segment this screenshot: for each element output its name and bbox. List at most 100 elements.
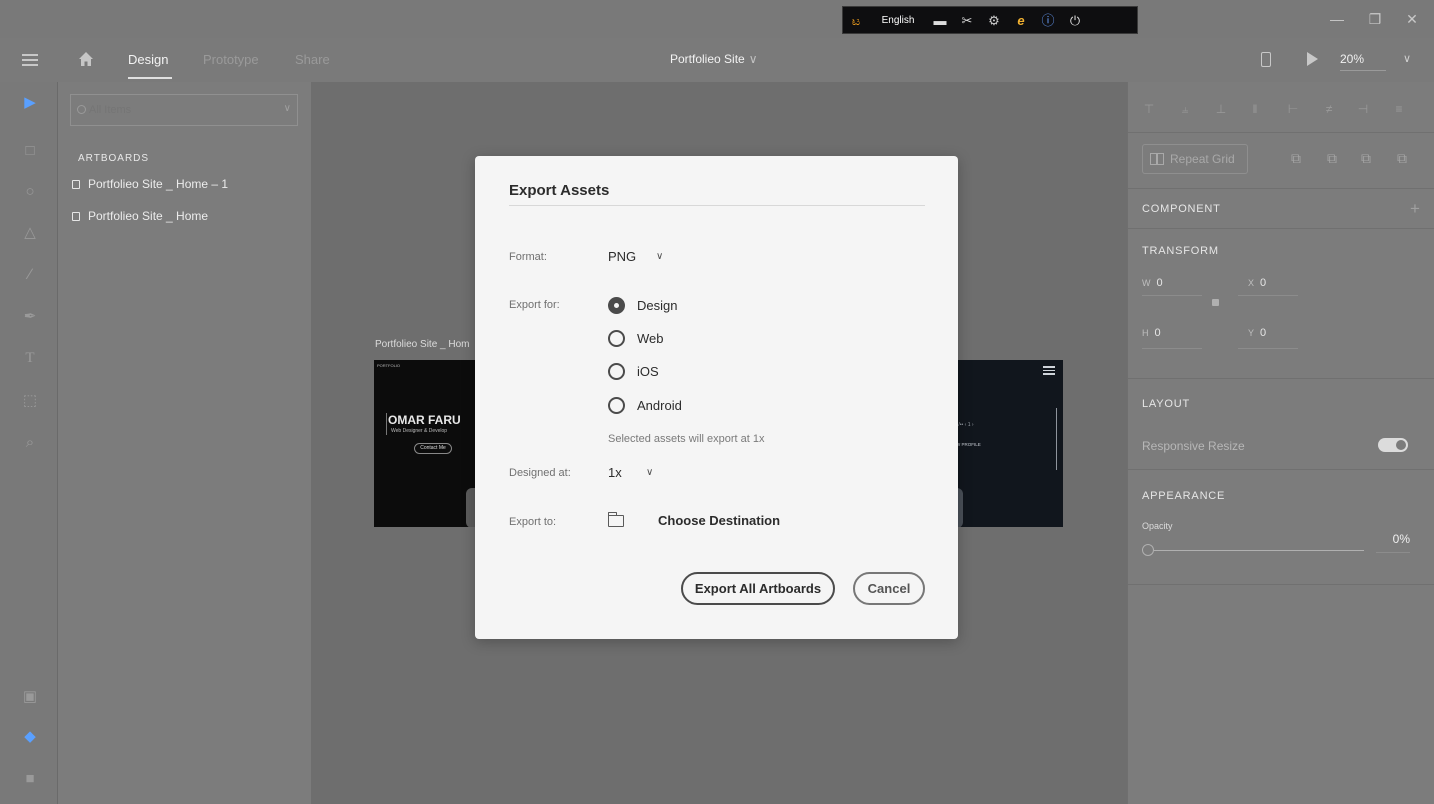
designed-at-select[interactable]: 1x: [608, 465, 622, 480]
distribute-horizontal-icon[interactable]: ‖: [1248, 102, 1262, 116]
height-field[interactable]: H0: [1142, 327, 1161, 339]
align-middle-icon[interactable]: ⫨: [1178, 102, 1192, 116]
y-field[interactable]: Y0: [1248, 327, 1266, 339]
format-chevron-down-icon[interactable]: ∨: [656, 251, 663, 262]
align-left-icon[interactable]: ⊢: [1286, 102, 1300, 116]
artboard-item-label: Portfolieo Site _ Home – 1: [88, 177, 229, 191]
intersect-boolean-icon[interactable]: ⧉: [1358, 150, 1374, 166]
opacity-slider-knob[interactable]: [1142, 544, 1154, 556]
artboard-tool-icon[interactable]: ⬚: [20, 390, 40, 410]
device-preview-icon[interactable]: [1261, 52, 1271, 67]
align-right-icon[interactable]: ⊣: [1356, 102, 1370, 116]
width-value: 0: [1156, 277, 1163, 289]
add-boolean-icon[interactable]: ⧉: [1288, 150, 1304, 166]
radio-web-label[interactable]: Web: [637, 331, 664, 346]
ellipse-tool-icon[interactable]: ○: [20, 181, 40, 201]
properties-panel: ⊤ ⫨ ⊥ ‖ ⊢ ≠ ⊣ ≡ Repeat Grid ⧉ ⧉ ⧉ ⧉ COMP…: [1127, 82, 1434, 804]
plugins-icon[interactable]: ■: [20, 768, 40, 788]
export-all-artboards-button[interactable]: Export All Artboards: [681, 572, 835, 605]
x-underline: [1238, 295, 1298, 296]
divider: [1128, 188, 1434, 189]
radio-web[interactable]: [608, 330, 625, 347]
layers-icon[interactable]: ◆: [20, 726, 40, 746]
align-center-icon[interactable]: ≠: [1322, 102, 1336, 116]
radio-ios-label[interactable]: iOS: [637, 364, 659, 379]
radio-design[interactable]: [608, 297, 625, 314]
responsive-resize-toggle[interactable]: [1378, 438, 1408, 452]
filter-chevron-down-icon[interactable]: ∨: [284, 103, 291, 114]
tab-prototype[interactable]: Prototype: [203, 52, 259, 67]
lock-aspect-icon[interactable]: [1212, 299, 1219, 306]
opacity-slider-track[interactable]: [1154, 550, 1364, 551]
divider: [1128, 378, 1434, 379]
repeat-grid-button[interactable]: Repeat Grid: [1142, 144, 1248, 174]
help-icon[interactable]: ⓘ: [1039, 11, 1057, 29]
artboard-preview-left[interactable]: PORTFOLIO OMAR FARU Web Designer & Devel…: [374, 360, 484, 527]
polygon-tool-icon[interactable]: △: [20, 222, 40, 242]
line-tool-icon[interactable]: ∕: [20, 264, 40, 284]
ime-logo-icon[interactable]: ಟ: [847, 11, 865, 29]
choose-destination-link[interactable]: Choose Destination: [658, 513, 780, 528]
x-value: 0: [1260, 277, 1267, 289]
layout-heading: LAYOUT: [1142, 398, 1190, 410]
artboard-list-item[interactable]: Portfolieo Site _ Home – 1: [72, 177, 228, 191]
language-label[interactable]: English: [874, 15, 922, 26]
play-preview-icon[interactable]: [1307, 52, 1318, 66]
width-field[interactable]: W0: [1142, 277, 1163, 289]
power-icon[interactable]: ⏻: [1066, 11, 1084, 29]
restore-icon[interactable]: ❐: [1356, 0, 1394, 38]
settings-gear-icon[interactable]: ⚙: [985, 11, 1003, 29]
responsive-resize-label: Responsive Resize: [1142, 439, 1245, 453]
y-underline: [1238, 348, 1298, 349]
preview-menu-icon: [1043, 366, 1055, 377]
zoom-chevron-down-icon[interactable]: ∨: [1403, 52, 1411, 65]
artboard-title[interactable]: Portfolieo Site _ Hom: [375, 339, 470, 350]
radio-android-label[interactable]: Android: [637, 398, 682, 413]
rectangle-tool-icon[interactable]: □: [20, 140, 40, 160]
format-select[interactable]: PNG: [608, 249, 636, 264]
close-icon[interactable]: ✕: [1393, 0, 1431, 38]
appearance-heading: APPEARANCE: [1142, 490, 1226, 502]
radio-design-label[interactable]: Design: [637, 298, 677, 313]
text-tool-icon[interactable]: T: [20, 348, 40, 368]
minimize-icon[interactable]: —: [1318, 0, 1356, 38]
radio-ios[interactable]: [608, 363, 625, 380]
keyboard-icon[interactable]: ▬: [931, 11, 949, 29]
artboard-list-item[interactable]: Portfolieo Site _ Home: [72, 209, 208, 223]
designed-at-chevron-down-icon[interactable]: ∨: [646, 467, 653, 478]
menu-hamburger-icon[interactable]: [22, 54, 38, 66]
exclude-boolean-icon[interactable]: ⧉: [1394, 150, 1410, 166]
folder-icon[interactable]: [608, 512, 624, 527]
tab-share[interactable]: Share: [295, 52, 330, 67]
height-underline: [1142, 348, 1202, 349]
home-icon[interactable]: [78, 51, 94, 67]
artboard-preview-right[interactable]: I/•• ‹ 1 › EW PROFILE: [951, 360, 1063, 527]
radio-android[interactable]: [608, 397, 625, 414]
divider: [1128, 469, 1434, 470]
opacity-value[interactable]: 0%: [1376, 532, 1410, 553]
preview-hero-name: OMAR FARU: [388, 413, 461, 427]
select-tool-icon[interactable]: ▶: [20, 92, 40, 112]
add-component-plus-icon[interactable]: +: [1410, 199, 1420, 219]
language-bar[interactable]: ಟ English ▬ ✂ ⚙ e ⓘ ⏻: [842, 6, 1138, 34]
input-tool-icon[interactable]: ✂: [958, 11, 976, 29]
width-underline: [1142, 295, 1202, 296]
assets-icon[interactable]: ▣: [20, 686, 40, 706]
zoom-tool-icon[interactable]: ⌕: [20, 432, 40, 452]
align-bottom-icon[interactable]: ⊥: [1214, 102, 1228, 116]
app-header: Design Prototype Share Portfolieo Site ∨ …: [0, 38, 1434, 82]
cancel-button[interactable]: Cancel: [853, 572, 925, 605]
subtract-boolean-icon[interactable]: ⧉: [1324, 150, 1340, 166]
export-for-label: Export for:: [509, 299, 560, 311]
layers-search[interactable]: ∨: [70, 94, 298, 126]
x-field[interactable]: X0: [1248, 277, 1266, 289]
tab-design[interactable]: Design: [128, 52, 168, 67]
browser-e-icon[interactable]: e: [1012, 11, 1030, 29]
document-title[interactable]: Portfolieo Site ∨: [670, 52, 758, 66]
zoom-level[interactable]: 20%: [1340, 52, 1386, 71]
dialog-title: Export Assets: [509, 182, 610, 199]
pen-tool-icon[interactable]: ✒: [20, 306, 40, 326]
align-top-icon[interactable]: ⊤: [1142, 102, 1156, 116]
search-input[interactable]: [71, 95, 297, 125]
distribute-vertical-icon[interactable]: ≡: [1392, 102, 1406, 116]
